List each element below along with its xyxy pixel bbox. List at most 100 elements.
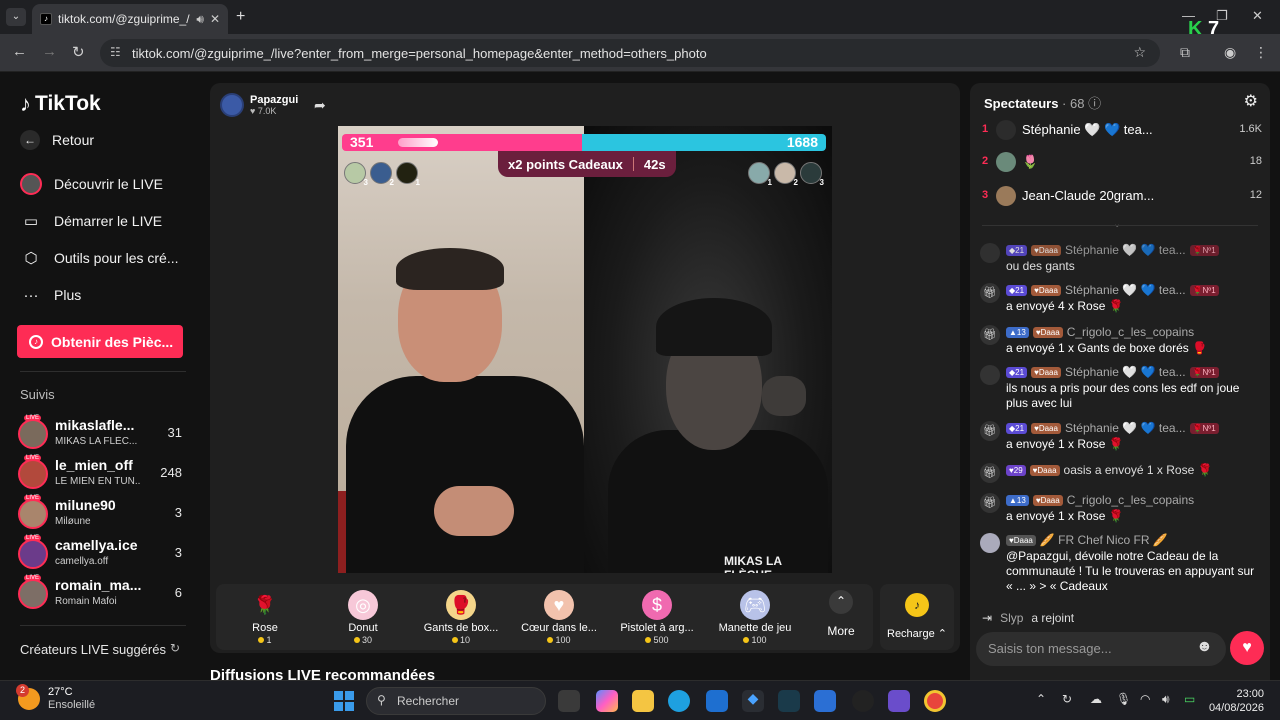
recharge-button[interactable]: ♪ Recharge ⌃ — [880, 584, 954, 650]
nav-start-live[interactable]: ▭ Démarrer le LIVE — [20, 210, 162, 232]
following-item[interactable]: LIVE le_mien_off LE MIEN EN TUN... 248 — [18, 455, 188, 493]
host-info[interactable]: Papazgui ♥ 7.0K — [220, 93, 298, 117]
top-viewer-row[interactable]: 3 Jean-Claude 20gram... 12 — [982, 185, 1262, 207]
close-window-icon[interactable]: ✕ — [1252, 8, 1263, 24]
top-viewer-row[interactable]: 2 🌷 18 — [982, 151, 1262, 173]
close-tab-icon[interactable]: ✕ — [210, 12, 220, 26]
store-icon[interactable] — [706, 690, 728, 712]
money-gun-icon: $ — [642, 590, 672, 620]
top-gifter-avatar[interactable]: 3 — [344, 162, 368, 187]
dropbox-icon[interactable]: ◆ — [742, 690, 764, 712]
refresh-icon[interactable]: ↻ — [170, 641, 180, 655]
emoji-icon[interactable]: ☻ — [1196, 638, 1213, 656]
app-icon[interactable] — [778, 690, 800, 712]
gifter-rank: 2 — [389, 178, 394, 187]
following-item[interactable]: LIVE romain_ma... Romain Mafoi 6 — [18, 575, 188, 613]
back-arrow-icon[interactable]: ← — [12, 43, 27, 60]
tab-search-button[interactable]: ⌄ — [6, 8, 26, 26]
more-gifts-button[interactable]: ⌃ More — [821, 590, 861, 646]
gift-rose[interactable]: 🌹 Rose 1 — [218, 590, 312, 650]
profile-icon[interactable]: ◉ — [1224, 44, 1236, 61]
address-bar[interactable]: ☷ tiktok.com/@zguiprime_/live?enter_from… — [100, 39, 1160, 67]
tiktok-logo[interactable]: ♪ TikTok — [20, 91, 101, 117]
taskbar-search[interactable]: ⚲ Rechercher — [366, 687, 546, 715]
gift-icon: 🎁︎ — [980, 463, 1000, 483]
chrome-menu-icon[interactable]: ⋮ — [1254, 44, 1268, 61]
speaker-icon[interactable]: 🔊︎ — [1162, 692, 1170, 707]
live-video[interactable]: 351 1688 x2 points Cadeaux 42s 3 2 1 1 2 … — [338, 126, 832, 573]
windows-start-icon[interactable] — [334, 691, 354, 711]
wifi-icon[interactable]: ◠ — [1140, 692, 1150, 706]
reload-icon[interactable]: ↻ — [72, 43, 85, 61]
chat-user[interactable]: Stéphanie 🤍 💙 tea... — [1065, 421, 1186, 435]
following-item[interactable]: LIVE mikaslafle... MIKAS LA FLÈC... 31 — [18, 415, 188, 453]
browser-tab[interactable]: ♪ tiktok.com/@zguiprime_/liv 🔊︎ ✕ — [32, 4, 228, 34]
cloud-icon[interactable]: ☁ — [1090, 692, 1102, 706]
extensions-icon[interactable]: ⧉ — [1180, 44, 1190, 61]
app-icon[interactable] — [888, 690, 910, 712]
chat-text: ou des gants — [1006, 259, 1075, 273]
site-info-icon[interactable]: ☷ — [110, 45, 121, 59]
chat-user[interactable]: Stéphanie 🤍 💙 tea... — [1065, 243, 1186, 257]
battery-icon[interactable]: ▭ — [1184, 692, 1195, 706]
following-item[interactable]: LIVE milune90 Miløune 3 — [18, 495, 188, 533]
share-icon[interactable]: ➦ — [314, 97, 326, 114]
divider — [982, 225, 1258, 226]
viewer-count: 31 — [167, 425, 182, 440]
weather-text: 27°C Ensoleillé — [48, 686, 95, 712]
gift-gamepad[interactable]: 🎮︎ Manette de jeu 100 — [708, 590, 802, 650]
chevron-up-icon[interactable]: ⌃ — [1036, 692, 1046, 706]
host-avatar[interactable] — [220, 93, 244, 117]
chat-input[interactable]: Saisis ton message... — [976, 632, 1226, 666]
top-gifter-avatar[interactable]: 2 — [774, 162, 798, 187]
nav-more[interactable]: ··· Plus — [20, 284, 82, 306]
help-icon[interactable]: ⓘ — [1088, 96, 1101, 111]
top-gifter-avatar[interactable]: 2 — [370, 162, 394, 187]
browser-toolbar: ← → ↻ ☷ tiktok.com/@zguiprime_/live?ente… — [0, 34, 1280, 72]
chat-user[interactable]: oasis a envoyé 1 x Rose 🌹 — [1064, 463, 1213, 477]
video-person-hand — [762, 376, 806, 416]
join-user[interactable]: Slyp — [1000, 611, 1023, 625]
copilot-icon[interactable] — [596, 690, 618, 712]
gift-money-gun[interactable]: $ Pistolet à arg... 500 — [610, 590, 704, 650]
chat-user[interactable]: C_rigolo_c_les_copains — [1067, 325, 1194, 339]
chat-user[interactable]: Stéphanie 🤍 💙 tea... — [1065, 365, 1186, 379]
outlook-icon[interactable] — [814, 690, 836, 712]
bookmark-star-icon[interactable]: ☆ — [1133, 44, 1146, 61]
back-button[interactable]: ← Retour — [20, 130, 94, 150]
fan-badge: ♥Daaa — [1032, 494, 1063, 506]
new-tab-button[interactable]: + — [236, 8, 245, 26]
like-heart-button[interactable]: ♥ — [1230, 631, 1264, 665]
gift-heart-hands[interactable]: ♥ Cœur dans le... 100 — [512, 590, 606, 650]
forward-arrow-icon[interactable]: → — [42, 43, 57, 60]
sync-icon[interactable]: ↻ — [1062, 692, 1072, 706]
settings-gear-icon[interactable]: ⚙ — [1244, 91, 1258, 111]
microphone-icon[interactable]: 🎙︎ — [1116, 692, 1131, 706]
top-gifter-avatar[interactable]: 3 — [800, 162, 824, 187]
file-explorer-icon[interactable] — [632, 690, 654, 712]
edge-icon[interactable] — [668, 690, 690, 712]
rose-icon: 🌹 — [253, 595, 277, 615]
top-viewer-row[interactable]: 1 Stéphanie 🤍 💙 tea... 1.6K — [982, 119, 1262, 141]
chat-user[interactable]: Stéphanie 🤍 💙 tea... — [1065, 283, 1186, 297]
nav-creator-tools[interactable]: ⬡ Outils pour les cré... — [20, 247, 178, 269]
clock[interactable]: 23:00 04/08/2026 — [1209, 687, 1264, 715]
chat-user[interactable]: 🥖 FR Chef Nico FR 🥖 — [1040, 533, 1168, 547]
gift-boxing-gloves[interactable]: 🥊 Gants de box... 10 — [414, 590, 508, 650]
suggested-title: Créateurs LIVE suggérés — [20, 642, 166, 657]
speaker-icon[interactable]: 🔊︎ — [196, 12, 204, 27]
gift-donut[interactable]: ◎ Donut 30 — [316, 590, 410, 650]
weather-widget[interactable]: 2 27°C Ensoleillé — [16, 684, 95, 712]
chat-user[interactable]: C_rigolo_c_les_copains — [1067, 493, 1194, 507]
fan-badge-value: Daaa — [1040, 327, 1060, 337]
top-gifter-avatar[interactable]: 1 — [396, 162, 420, 187]
task-view-icon[interactable] — [558, 690, 580, 712]
app-icon[interactable] — [852, 690, 874, 712]
divider — [20, 625, 186, 626]
chrome-icon[interactable] — [924, 690, 946, 712]
top-gifter-avatar[interactable]: 1 — [748, 162, 772, 187]
video-person-body — [346, 376, 584, 573]
get-coins-button[interactable]: ♪ Obtenir des Pièc... — [17, 325, 183, 358]
following-item[interactable]: LIVE camellya.ice camellya.off 3 — [18, 535, 188, 573]
nav-discover-live[interactable]: Découvrir le LIVE — [20, 173, 163, 195]
